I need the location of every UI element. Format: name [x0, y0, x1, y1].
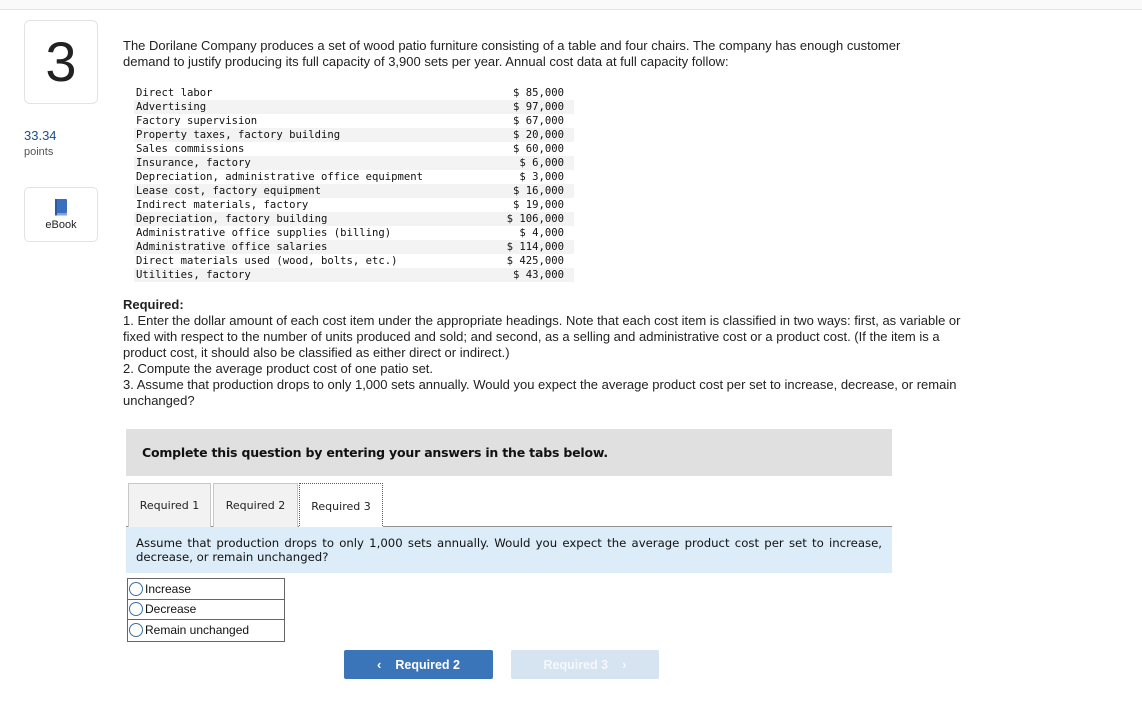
cost-label: Utilities, factory — [134, 268, 490, 282]
cost-data-table: Direct labor $ 85,000 Advertising $ 97,000 F… — [134, 86, 574, 282]
cost-label: Direct materials used (wood, bolts, etc.… — [136, 255, 398, 267]
cost-row: Factory supervision $ 67,000 — [134, 114, 574, 128]
cost-amount: $ 6,000 — [489, 156, 574, 170]
cost-amount: $ 114,000 — [489, 240, 574, 254]
cost-label: Depreciation, factory building — [134, 212, 490, 226]
book-icon — [55, 198, 67, 215]
required-item-2: 2. Compute the average product cost of o… — [123, 361, 434, 376]
cost-label: Lease cost, factory equipment — [134, 184, 490, 198]
cost-amount: $ 97,000 — [489, 100, 574, 114]
top-bar — [0, 0, 1142, 10]
required-section: Required: 1. Enter the dollar amount of … — [123, 297, 983, 409]
cost-row: Indirect materials, factory $ 19,000 — [134, 198, 574, 212]
cost-amount: $ 67,000 — [512, 115, 564, 127]
cost-label: Advertising — [134, 100, 490, 114]
cost-row: Sales commissions $ 60,000 — [134, 142, 574, 156]
radio-button[interactable] — [129, 581, 143, 596]
radio-button[interactable] — [129, 602, 143, 617]
cost-row: Advertising $ 97,000 — [134, 100, 574, 114]
cost-label: Factory supervision — [136, 115, 258, 127]
complete-prompt-text: Complete this question by entering your … — [142, 445, 608, 460]
option-label: Decrease — [145, 602, 197, 617]
cost-amount: $ 4,000 — [519, 227, 564, 239]
cost-amount: $ 425,000 — [506, 255, 564, 267]
cost-row: Property taxes, factory building $ 20,000 — [134, 128, 574, 142]
cost-amount: $ 60,000 — [512, 143, 564, 155]
cost-label: Property taxes, factory building — [134, 128, 490, 142]
option-remain-unchanged[interactable]: Remain unchanged — [128, 620, 284, 641]
cost-amount: $ 3,000 — [519, 171, 564, 183]
cost-amount: $ 106,000 — [489, 212, 574, 226]
question-number: 3 — [45, 30, 77, 93]
points-label: points — [24, 146, 54, 158]
tab-required-2[interactable]: Required 2 — [213, 483, 298, 527]
cost-amount: $ 85,000 — [512, 87, 564, 99]
complete-prompt-box: Complete this question by entering your … — [126, 429, 892, 476]
option-label: Increase — [145, 581, 192, 596]
cost-row: Direct labor $ 85,000 — [134, 86, 574, 100]
option-decrease[interactable]: Decrease — [128, 600, 284, 620]
cost-row: Utilities, factory $ 43,000 — [134, 268, 574, 282]
cost-label: Direct labor — [136, 87, 213, 99]
prev-button-label: Required 2 — [395, 657, 460, 672]
cost-amount: $ 19,000 — [512, 199, 564, 211]
points-value: 33.34 — [24, 128, 57, 143]
prev-required-button[interactable]: ‹ Required 2 — [344, 650, 493, 679]
option-label: Remain unchanged — [145, 623, 250, 638]
cost-label: Insurance, factory — [134, 156, 490, 170]
answer-tabs: Required 1 Required 2 Required 3 — [126, 483, 892, 528]
cost-amount: $ 16,000 — [489, 184, 574, 198]
tab-content-question: Assume that production drops to only 1,0… — [126, 527, 892, 573]
required-title: Required: — [123, 297, 184, 312]
cost-label: Administrative office supplies (billing) — [136, 227, 392, 239]
cost-row: Direct materials used (wood, bolts, etc.… — [134, 254, 574, 268]
radio-button[interactable] — [129, 623, 143, 638]
ebook-button[interactable]: eBook — [24, 187, 98, 242]
cost-row: Administrative office supplies (billing)… — [134, 226, 574, 240]
cost-row: Administrative office salaries $ 114,000 — [134, 240, 574, 254]
cost-row: Depreciation, factory building $ 106,000 — [134, 212, 574, 226]
chevron-left-icon: ‹ — [377, 657, 382, 672]
next-required-button: Required 3 › — [511, 650, 659, 679]
cost-amount: $ 43,000 — [489, 268, 574, 282]
chevron-right-icon: › — [622, 657, 627, 672]
cost-label: Sales commissions — [136, 143, 245, 155]
tab-required-3[interactable]: Required 3 — [299, 483, 383, 528]
ebook-label: eBook — [45, 218, 77, 231]
option-increase[interactable]: Increase — [128, 579, 284, 600]
cost-row: Insurance, factory $ 6,000 — [134, 156, 574, 170]
problem-intro: The Dorilane Company produces a set of w… — [123, 38, 901, 69]
next-button-label: Required 3 — [543, 657, 609, 672]
question-number-box: 3 — [24, 20, 98, 104]
cost-label: Depreciation, administrative office equi… — [136, 171, 424, 183]
cost-row: Lease cost, factory equipment $ 16,000 — [134, 184, 574, 198]
cost-label: Administrative office salaries — [134, 240, 490, 254]
cost-label: Indirect materials, factory — [136, 199, 309, 211]
cost-amount: $ 20,000 — [489, 128, 574, 142]
answer-options: Increase Decrease Remain unchanged — [127, 578, 285, 642]
required-item-3: 3. Assume that production drops to only … — [123, 377, 957, 408]
required-item-1: 1. Enter the dollar amount of each cost … — [123, 313, 961, 360]
cost-row: Depreciation, administrative office equi… — [134, 170, 574, 184]
tab-required-1[interactable]: Required 1 — [128, 483, 211, 527]
